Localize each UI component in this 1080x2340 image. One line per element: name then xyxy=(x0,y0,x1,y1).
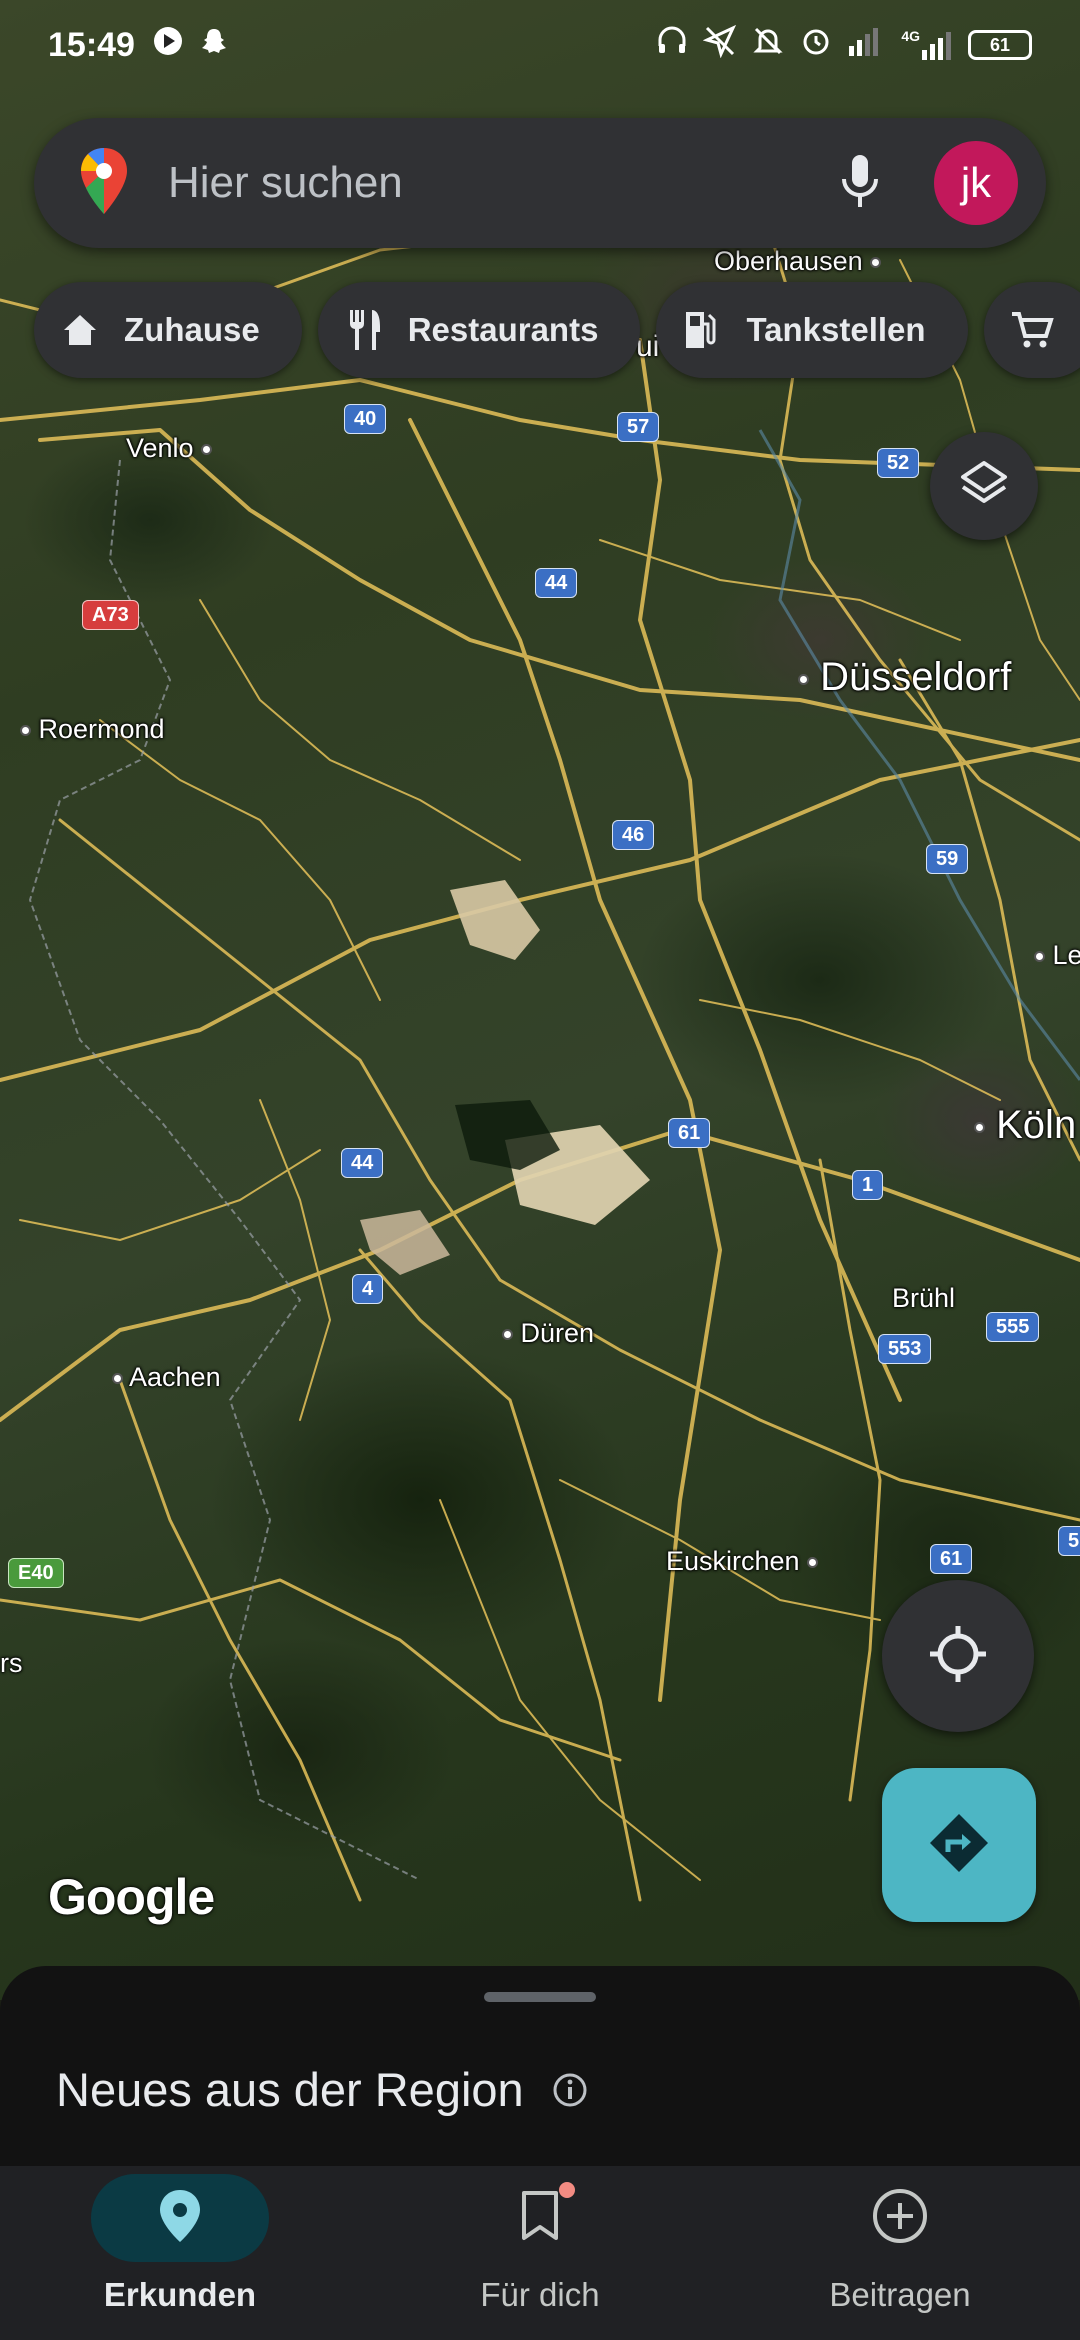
city-label-venlo[interactable]: Venlo xyxy=(126,433,213,464)
signal-icon xyxy=(847,24,887,67)
nav-for-you[interactable]: Für dich xyxy=(360,2166,720,2340)
city-label-bruehl[interactable]: Brühl xyxy=(892,1283,955,1314)
nav-label: Beitragen xyxy=(829,2276,971,2313)
nav-explore[interactable]: Erkunden xyxy=(0,2166,360,2340)
road-shield: 52 xyxy=(877,448,920,478)
city-label-oberhausen[interactable]: Oberhausen xyxy=(714,246,882,277)
mute-bell-icon xyxy=(751,24,785,67)
search-input[interactable]: Hier suchen xyxy=(168,158,840,208)
chip-shopping[interactable] xyxy=(983,282,1080,378)
bottom-navigation: Erkunden Für dich Beitragen xyxy=(0,2166,1080,2340)
road-shield: 61 xyxy=(668,1118,711,1148)
city-dot xyxy=(807,1557,819,1569)
nav-icon-container xyxy=(451,2174,629,2262)
city-dot xyxy=(20,725,31,737)
chip-label: Tankstellen xyxy=(746,311,926,348)
snapchat-icon xyxy=(199,26,229,65)
status-bar: 15:49 4G 61 xyxy=(0,0,1080,90)
road-shield: 57 xyxy=(617,412,660,442)
signal-4g-icon: 4G xyxy=(901,28,954,62)
google-attribution: Google xyxy=(48,1869,215,1925)
sheet-drag-handle[interactable] xyxy=(484,1992,596,2002)
road-shield: 40 xyxy=(344,404,387,434)
sheet-title-text: Neues aus der Region xyxy=(56,2063,524,2116)
nav-icon-container xyxy=(91,2174,269,2262)
road-shield: 1 xyxy=(852,1170,884,1200)
city-label-koeln[interactable]: Köln xyxy=(974,1103,1076,1148)
home-icon xyxy=(60,310,100,350)
gas-station-icon xyxy=(682,308,722,352)
directions-icon xyxy=(926,1810,992,1881)
sheet-title: Neues aus der Region xyxy=(56,2062,588,2117)
google-maps-logo-icon xyxy=(78,146,130,221)
road-shield: 4 xyxy=(352,1274,384,1304)
location-off-icon xyxy=(702,24,737,67)
chip-label: Restaurants xyxy=(407,311,599,348)
city-label-duesseldorf[interactable]: Düsseldorf xyxy=(798,655,1011,700)
headset-icon xyxy=(655,24,689,67)
road-shield: 555 xyxy=(986,1312,1040,1342)
chip-restaurants[interactable]: Restaurants xyxy=(317,282,641,378)
city-label-le[interactable]: Le xyxy=(1034,940,1080,971)
city-dot xyxy=(201,444,213,456)
play-icon xyxy=(153,26,183,65)
chip-gas-stations[interactable]: Tankstellen xyxy=(656,282,968,378)
my-location-button[interactable] xyxy=(882,1580,1034,1732)
city-label-dueren[interactable]: Düren xyxy=(502,1318,594,1349)
city-dot xyxy=(798,673,809,685)
category-chips: Zuhause Restaurants Tankstellen xyxy=(34,282,1080,378)
bookmark-icon xyxy=(518,2190,562,2247)
city-dot xyxy=(870,257,882,269)
restaurant-icon xyxy=(344,308,384,352)
city-dot xyxy=(112,1373,123,1385)
road-shield: 553 xyxy=(878,1334,932,1364)
layers-icon xyxy=(957,457,1011,516)
nav-label: Für dich xyxy=(480,2276,600,2313)
explore-pin-icon xyxy=(158,2188,202,2249)
alarm-icon xyxy=(799,24,833,67)
road-shield: 5( xyxy=(1058,1526,1080,1556)
microphone-icon[interactable] xyxy=(840,153,880,214)
city-label-aachen[interactable]: Aachen xyxy=(112,1362,221,1393)
city-label-rs[interactable]: rs xyxy=(0,1648,23,1679)
road-shield: 44 xyxy=(535,568,578,598)
my-location-icon xyxy=(926,1622,990,1691)
shopping-cart-icon xyxy=(1010,310,1054,350)
road-shield: E40 xyxy=(8,1558,64,1588)
info-icon[interactable] xyxy=(552,2072,588,2108)
notification-badge xyxy=(559,2182,575,2198)
map-layers-button[interactable] xyxy=(930,432,1038,540)
chip-home[interactable]: Zuhause xyxy=(34,282,302,378)
road-shield: A73 xyxy=(82,600,139,630)
city-dot xyxy=(974,1121,985,1133)
nav-contribute[interactable]: Beitragen xyxy=(720,2166,1080,2340)
nav-icon-container xyxy=(811,2174,989,2262)
road-shield: 61 xyxy=(930,1544,973,1574)
avatar[interactable]: jk xyxy=(934,141,1018,225)
road-shield: 59 xyxy=(926,844,969,874)
nav-label: Erkunden xyxy=(103,2276,257,2313)
search-bar[interactable]: Hier suchen jk xyxy=(34,118,1046,248)
battery-indicator: 61 xyxy=(968,30,1032,60)
bottom-sheet[interactable]: Neues aus der Region xyxy=(0,1966,1080,2166)
road-shield: 44 xyxy=(341,1148,384,1178)
city-dot xyxy=(1034,951,1045,963)
status-time: 15:49 xyxy=(48,25,135,64)
city-label-roermond[interactable]: Roermond xyxy=(20,714,165,745)
add-circle-icon xyxy=(871,2187,929,2250)
chip-label: Zuhause xyxy=(124,311,260,348)
directions-button[interactable] xyxy=(882,1768,1036,1922)
city-label-euskirchen[interactable]: Euskirchen xyxy=(666,1546,819,1577)
city-dot xyxy=(502,1329,513,1341)
road-shield: 46 xyxy=(612,820,655,850)
